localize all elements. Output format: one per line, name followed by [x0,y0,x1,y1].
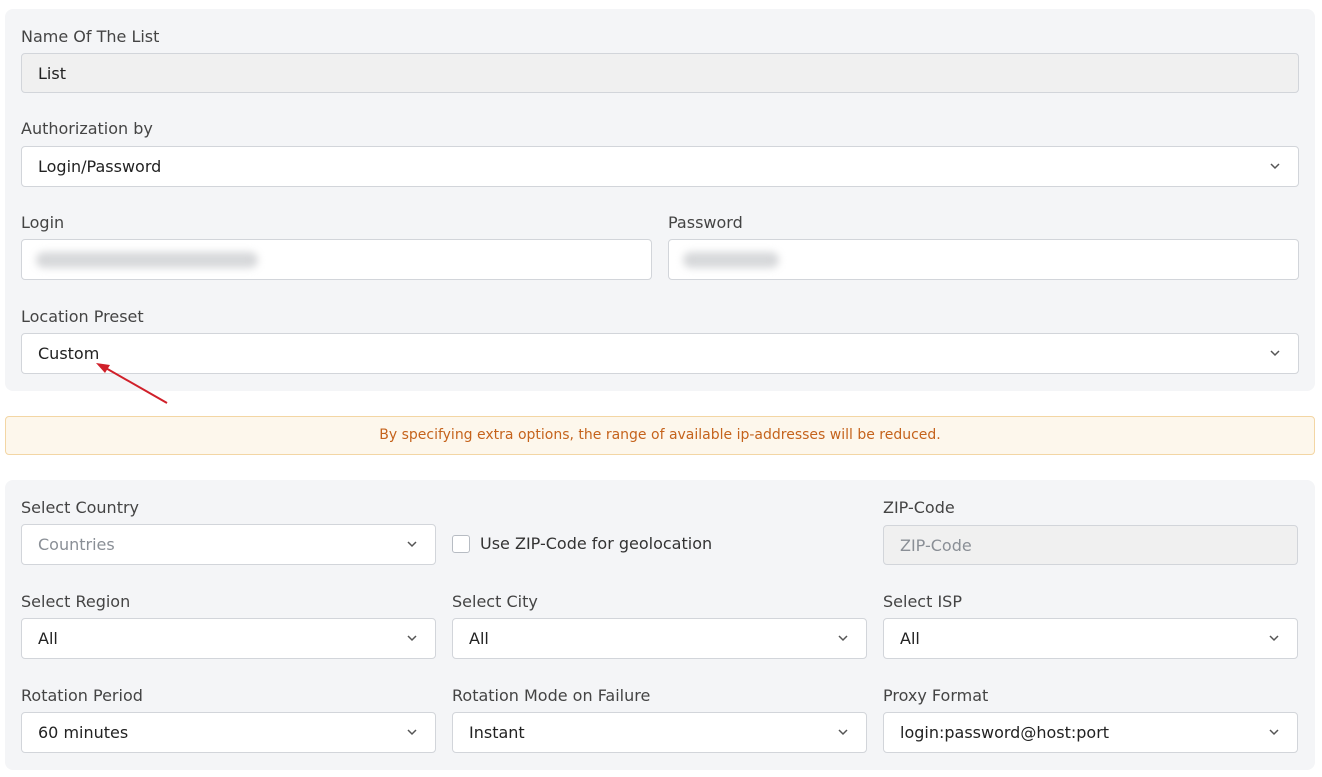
rotation-period-select[interactable]: 60 minutes [21,712,436,753]
proxy-format-select[interactable]: login:password@host:port [883,712,1298,753]
chevron-down-icon [1270,348,1280,358]
isp-select[interactable]: All [883,618,1298,659]
authorization-select[interactable]: Login/Password [21,146,1299,187]
list-name-value: List [38,64,66,83]
password-input[interactable] [668,239,1299,280]
location-preset-label: Location Preset [21,307,144,326]
country-select[interactable]: Countries [21,524,436,565]
country-placeholder: Countries [38,535,115,554]
region-select[interactable]: All [21,618,436,659]
red-arrow-annotation [90,355,175,411]
password-label: Password [668,213,743,232]
chevron-down-icon [407,633,417,643]
reduced-range-warning: By specifying extra options, the range o… [5,416,1315,455]
isp-label: Select ISP [883,592,962,611]
city-label: Select City [452,592,538,611]
country-label: Select Country [21,498,140,517]
zip-geolocation-checkbox[interactable] [452,535,470,553]
login-input[interactable] [21,239,652,280]
rotation-period-label: Rotation Period [21,686,143,705]
list-name-input[interactable]: List [21,53,1299,93]
rotation-mode-label: Rotation Mode on Failure [452,686,651,705]
city-select[interactable]: All [452,618,867,659]
isp-value: All [900,629,920,648]
rotation-mode-select[interactable]: Instant [452,712,867,753]
rotation-period-value: 60 minutes [38,723,129,742]
chevron-down-icon [838,727,848,737]
region-label: Select Region [21,592,131,611]
chevron-down-icon [1269,633,1279,643]
chevron-down-icon [1269,727,1279,737]
rotation-mode-value: Instant [469,723,525,742]
chevron-down-icon [407,539,417,549]
authorization-value: Login/Password [38,157,162,176]
chevron-down-icon [838,633,848,643]
redacted-password-value [683,252,779,268]
region-value: All [38,629,58,648]
location-preset-select[interactable]: Custom [21,333,1299,374]
chevron-down-icon [407,727,417,737]
zip-input[interactable]: ZIP-Code [883,525,1298,565]
city-value: All [469,629,489,648]
proxy-format-value: login:password@host:port [900,723,1110,742]
authorization-label: Authorization by [21,119,153,138]
zip-label: ZIP-Code [883,498,955,517]
login-label: Login [21,213,65,232]
proxy-format-label: Proxy Format [883,686,989,705]
zip-placeholder: ZIP-Code [900,536,972,555]
redacted-login-value [36,252,258,268]
list-name-label: Name Of The List [21,27,160,46]
chevron-down-icon [1270,161,1280,171]
zip-geolocation-label: Use ZIP-Code for geolocation [480,534,713,553]
